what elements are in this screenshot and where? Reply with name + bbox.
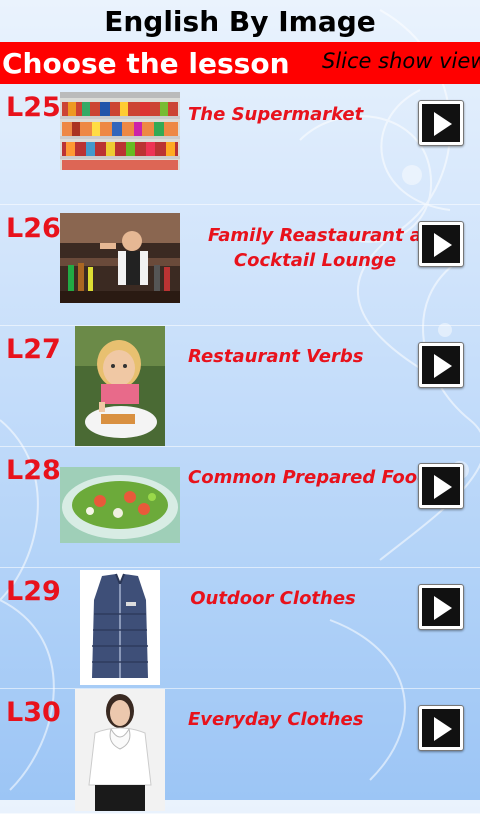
- app-title-bar: English By Image: [0, 0, 480, 42]
- lesson-code: L28: [6, 455, 61, 486]
- lesson-title: Common Prepared Food: [188, 465, 431, 490]
- lesson-code: L26: [6, 213, 61, 244]
- lesson-code: L25: [6, 92, 61, 123]
- child-eating-thumbnail: [75, 326, 165, 446]
- lesson-title: Restaurant Verbs: [188, 344, 364, 369]
- lesson-row-l30[interactable]: L30 Everyday Clothes: [0, 689, 480, 814]
- supermarket-thumbnail: [60, 92, 180, 170]
- lesson-row-l27[interactable]: L27 Restaurant Verbs: [0, 326, 480, 447]
- play-button[interactable]: [418, 584, 464, 630]
- lesson-title-line-2: Cocktail Lounge: [233, 250, 397, 271]
- lesson-title-line-1: Outdoor Clothes: [190, 588, 356, 609]
- play-button[interactable]: [418, 100, 464, 146]
- lesson-code: L27: [6, 334, 61, 365]
- play-button[interactable]: [418, 221, 464, 267]
- lesson-code: L30: [6, 697, 61, 728]
- lesson-code: L29: [6, 576, 61, 607]
- lesson-list: L25 The Supermarket L26 Family Reastaura…: [0, 84, 480, 814]
- lesson-title-line-1: Restaurant Verbs: [188, 346, 364, 367]
- play-icon: [434, 354, 452, 378]
- lesson-row-l25[interactable]: L25 The Supermarket: [0, 84, 480, 205]
- slideshow-view-link[interactable]: Slice show view: [322, 46, 480, 76]
- lesson-row-l29[interactable]: L29 Outdoor Clothes: [0, 568, 480, 689]
- lesson-header-bar: Choose the lesson Slice show view: [0, 42, 480, 84]
- play-icon: [434, 475, 452, 499]
- woman-blouse-thumbnail: [75, 689, 165, 811]
- lesson-title: Everyday Clothes: [188, 707, 364, 732]
- play-icon: [434, 112, 452, 136]
- app-title: English By Image: [104, 5, 376, 38]
- lesson-title: Outdoor Clothes: [188, 586, 358, 611]
- play-button[interactable]: [418, 342, 464, 388]
- play-icon: [434, 717, 452, 741]
- bartender-thumbnail: [60, 213, 180, 303]
- choose-lesson-heading: Choose the lesson: [2, 47, 290, 80]
- play-button[interactable]: [418, 463, 464, 509]
- lesson-row-l28[interactable]: L28 Common Prepared Food: [0, 447, 480, 568]
- lesson-row-l26[interactable]: L26 Family Reastaurant a Cocktail Lounge: [0, 205, 480, 326]
- lesson-title: Family Reastaurant a Cocktail Lounge: [200, 223, 430, 273]
- lesson-title-line-1: Family Reastaurant a: [208, 225, 422, 246]
- lesson-title-line-1: The Supermarket: [188, 104, 364, 125]
- vest-thumbnail: [80, 570, 160, 685]
- play-icon: [434, 233, 452, 257]
- play-button[interactable]: [418, 705, 464, 751]
- lesson-title: The Supermarket: [188, 102, 364, 127]
- lesson-title-line-1: Common Prepared Food: [188, 467, 431, 488]
- lesson-title-line-1: Everyday Clothes: [188, 709, 364, 730]
- play-icon: [434, 596, 452, 620]
- salad-thumbnail: [60, 467, 180, 543]
